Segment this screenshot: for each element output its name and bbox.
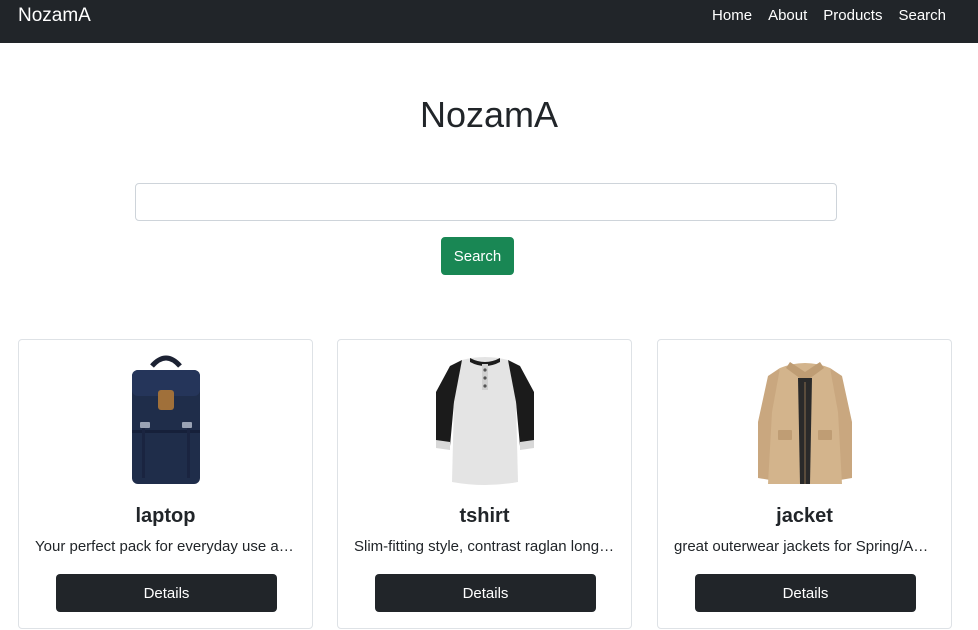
nav-home-link[interactable]: Home [712,6,752,26]
details-button[interactable]: Details [375,574,596,612]
page-title: NozamA [419,94,559,135]
details-button[interactable]: Details [695,574,916,612]
product-card-tshirt: tshirt Slim-fitting style, contrast ragl… [337,339,632,629]
tshirt-icon [435,357,534,485]
details-button[interactable]: Details [56,574,277,612]
jacket-icon [757,362,852,484]
nav-links: Home About Products Search [712,6,946,26]
product-card-laptop: laptop Your perfect pack for everyday us… [18,339,313,629]
product-description: great outerwear jackets for Spring/Autum… [674,538,935,555]
top-navbar: NozamA Home About Products Search [0,0,978,43]
search-button[interactable]: Search [441,237,514,275]
product-title: laptop [135,505,196,527]
product-title: tshirt [459,505,510,527]
product-description: Slim-fitting style, contrast raglan long… [354,538,615,555]
nav-search-link[interactable]: Search [898,6,946,26]
nav-products-link[interactable]: Products [823,6,882,26]
brand-link[interactable]: NozamA [18,5,91,27]
product-image [658,352,951,492]
product-description: Your perfect pack for everyday use and w… [35,538,296,555]
search-input[interactable] [135,183,837,221]
product-card-jacket: jacket great outerwear jackets for Sprin… [657,339,952,629]
backpack-icon [131,355,200,484]
nav-about-link[interactable]: About [768,6,807,26]
product-image [19,352,312,492]
product-image [338,352,631,492]
product-title: jacket [776,505,833,527]
